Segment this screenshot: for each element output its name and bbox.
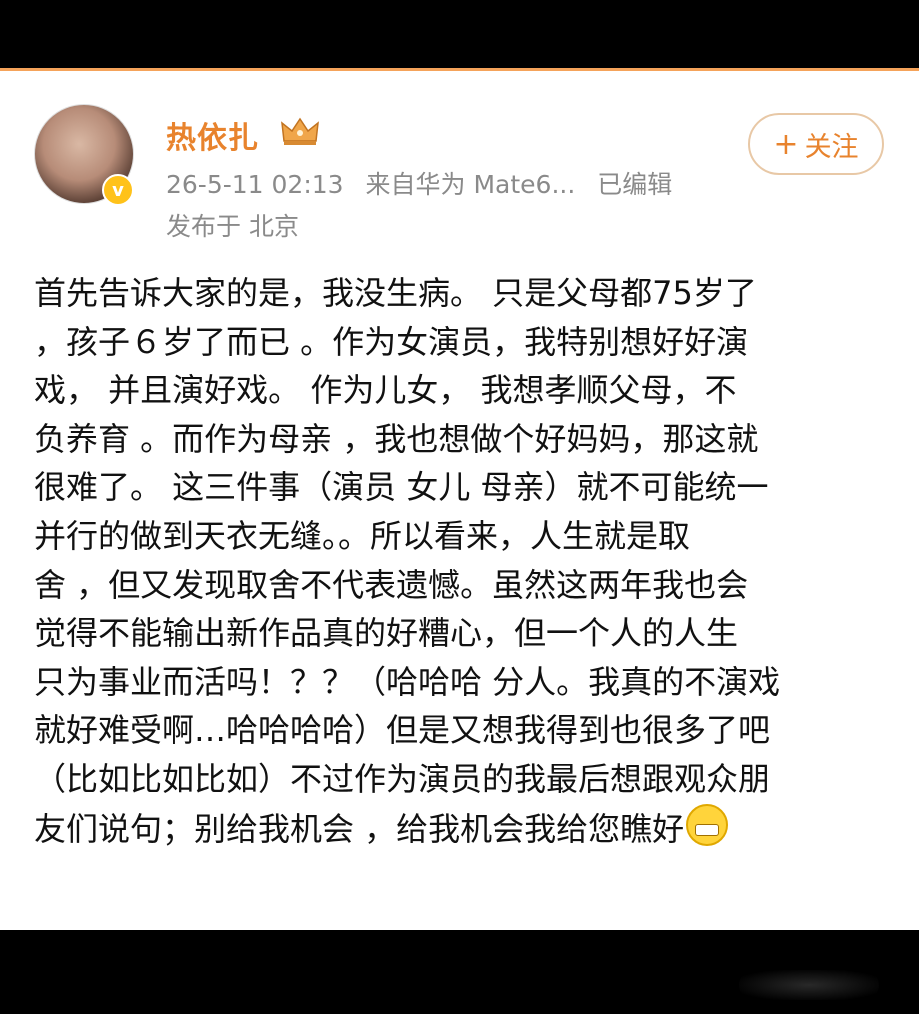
post-line: 舍 ，但又发现取舍不代表遗憾。虽然这两年我也会: [34, 565, 749, 604]
post-line: 戏， 并且演好戏。 作为儿女， 我想孝顺父母，不: [34, 371, 737, 410]
post-line: 很难了。 这三件事（演员 女儿 母亲）就不可能统一: [34, 468, 769, 507]
username[interactable]: 热依扎: [166, 113, 259, 157]
post-line: 就好难受啊…哈哈哈哈）但是又想我得到也很多了吧: [34, 711, 771, 750]
weibo-post-card: v 热依扎 26-5-11 02:13 来自华为 Mate6... 已编辑 发布…: [0, 68, 919, 930]
post-timestamp: 26-5-11 02:13: [166, 170, 344, 199]
post-line-last: 友们说句；别给我机会 ，给我机会我给您瞧好: [34, 803, 894, 853]
bottom-bar: [0, 930, 919, 1014]
post-line: 并行的做到天衣无缝。。所以看来，人生就是取: [34, 516, 691, 555]
crown-icon: [281, 117, 319, 145]
post-line-text: 友们说句；别给我机会 ，给我机会我给您瞧好: [34, 809, 685, 848]
post-source: 来自华为 Mate6...: [365, 170, 576, 199]
verified-v-icon: v: [102, 174, 134, 206]
post-meta: 26-5-11 02:13 来自华为 Mate6... 已编辑: [166, 165, 686, 201]
post-line: 负养育 。而作为母亲 ，我也想做个好妈妈，那这就: [34, 419, 759, 458]
plus-icon: +: [773, 126, 799, 162]
edited-label[interactable]: 已编辑: [597, 170, 672, 199]
post-body: 首先告诉大家的是，我没生病。 只是父母都75岁了 ，孩子６岁了而已 。作为女演员…: [34, 269, 894, 852]
follow-button[interactable]: + 关注: [748, 113, 884, 175]
watermark: [739, 970, 879, 1000]
post-line: （比如比如比如）不过作为演员的我最后想跟观众朋: [34, 759, 771, 798]
post-line: 觉得不能输出新作品真的好糟心，但一个人的人生: [34, 614, 739, 653]
follow-label: 关注: [804, 131, 859, 163]
grin-emoji-icon: [686, 803, 729, 846]
post-location: 发布于 北京: [166, 212, 299, 241]
post-line: 只为事业而活吗！？？（哈哈哈 分人。我真的不演戏: [34, 662, 781, 701]
post-line: ，孩子６岁了而已 。作为女演员，我特别想好好演: [34, 322, 749, 361]
post-line: 首先告诉大家的是，我没生病。 只是父母都75岁了: [34, 274, 757, 312]
